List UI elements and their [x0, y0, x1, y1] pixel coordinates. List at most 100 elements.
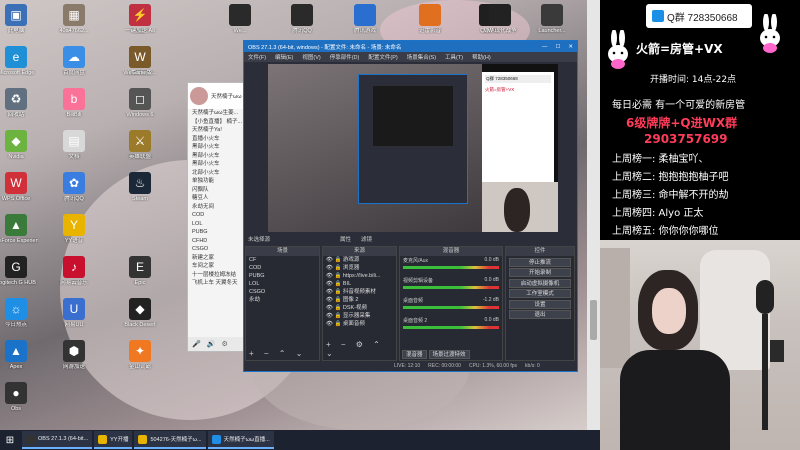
desktop-icon[interactable]: ♪ 网易云音乐: [52, 256, 96, 286]
desktop-icon[interactable]: ▲ GeForce Experience: [0, 214, 38, 244]
list-item[interactable]: 单独功能: [188, 177, 248, 186]
list-item[interactable]: 糖豆人: [188, 194, 248, 203]
list-item[interactable]: 黑部小火车: [188, 160, 248, 169]
taskbar-button[interactable]: YY开播: [94, 431, 133, 449]
desktop-icon[interactable]: ⚡ 一键加速 Alt: [118, 4, 162, 34]
taskbar-button[interactable]: 504276-天然楠子ω...: [134, 431, 206, 449]
desktop-icon[interactable]: We...: [218, 4, 262, 34]
filters-button[interactable]: 滤镜: [361, 235, 372, 244]
desktop-icon[interactable]: ☼ 今日热点: [0, 298, 38, 328]
source-item[interactable]: 👁 🔒 游戏源: [323, 256, 396, 264]
source-item[interactable]: 👁 🔒 DSK-视频: [323, 304, 396, 312]
scene-item[interactable]: COD: [246, 264, 319, 272]
obs-preview[interactable]: Q群 728350668 火箭=房管+VX: [268, 64, 558, 232]
source-item[interactable]: 👁 🔒 抖音视频素材: [323, 288, 396, 296]
control-button[interactable]: 启动虚拟摄像机: [509, 278, 571, 288]
control-button[interactable]: 工作室模式: [509, 289, 571, 298]
desktop-icon[interactable]: ◆ Nvidia: [0, 130, 38, 160]
desktop-icon[interactable]: W WeGame版...: [118, 46, 162, 76]
desktop-icon[interactable]: e Microsoft Edge: [0, 46, 38, 76]
source-item[interactable]: 👁 🔒 图像 2: [323, 296, 396, 304]
menu-item[interactable]: 视图(V): [302, 53, 320, 61]
list-item[interactable]: 北部小火车: [188, 169, 248, 178]
list-item[interactable]: 天然楠子ωω生姜...: [188, 109, 248, 118]
desktop-icon[interactable]: ♻ 回收站: [0, 88, 38, 118]
menu-item[interactable]: 停靠部件(D): [330, 53, 360, 61]
obs-window[interactable]: OBS 27.1.3 (64-bit, windows) - 配置文件: 未命名…: [243, 40, 578, 372]
menu-item[interactable]: 工具(T): [445, 53, 463, 61]
control-button[interactable]: 开始录制: [509, 268, 571, 277]
scene-item[interactable]: CF: [246, 256, 319, 264]
desktop-icon[interactable]: ● Obs: [0, 382, 38, 412]
source-buttons[interactable]: + − ⚙ ⌃ ⌄: [326, 340, 396, 358]
scene-item[interactable]: CSGO: [246, 288, 319, 296]
scene-buttons[interactable]: + − ⌃ ⌄: [249, 349, 306, 358]
source-item[interactable]: 👁 🔒 桌面音频: [323, 320, 396, 328]
scene-item[interactable]: PUBG: [246, 272, 319, 280]
list-item[interactable]: COD: [188, 211, 248, 220]
menu-item[interactable]: 文件(F): [248, 53, 266, 61]
minimize-icon[interactable]: —: [542, 44, 548, 50]
list-item[interactable]: 天然楠子Ya!: [188, 126, 248, 135]
desktop-icon[interactable]: ▣ 此电脑: [0, 4, 38, 34]
tab-transitions[interactable]: 场景过渡特效: [428, 350, 470, 359]
list-item[interactable]: CSGO: [188, 245, 248, 254]
list-item[interactable]: 【小鱼直播】 楠子...: [188, 118, 248, 127]
desktop-icon[interactable]: ▲ Apex: [0, 340, 38, 370]
desktop-icon[interactable]: W WPS Office: [0, 172, 38, 202]
control-button[interactable]: 停止推流: [509, 257, 571, 267]
mic-icon[interactable]: 🎤: [192, 340, 201, 348]
desktop-icon[interactable]: MW 现代战争: [478, 4, 522, 34]
list-item[interactable]: LOL: [188, 220, 248, 229]
obs-titlebar[interactable]: OBS 27.1.3 (64-bit, windows) - 配置文件: 未命名…: [244, 41, 577, 52]
desktop-icon[interactable]: ♨ Steam: [118, 172, 162, 202]
list-item[interactable]: 直播小火车: [188, 135, 248, 144]
list-item[interactable]: 黑部小火车: [188, 143, 248, 152]
desktop-icon[interactable]: G Logitech G HUB: [0, 256, 38, 286]
menu-item[interactable]: 编辑(E): [275, 53, 293, 61]
list-item[interactable]: 新建之家: [188, 254, 248, 263]
maximize-icon[interactable]: ☐: [555, 44, 560, 50]
windows-start-icon[interactable]: ⊞: [0, 430, 20, 450]
taskbar-button[interactable]: OBS 27.1.3 (64-bit...: [22, 431, 93, 449]
tab-mixer[interactable]: 混音器: [402, 350, 427, 359]
desktop-icon[interactable]: ▤ 文档: [52, 130, 96, 160]
desktop-icon[interactable]: 迅雷影音: [408, 4, 452, 34]
list-item[interactable]: CFHD: [188, 237, 248, 246]
yy-chat-window[interactable]: 天然楠子ωω 天然楠子ωω生姜... 【小鱼直播】 楠子... 天然楠子Ya! 直播小…: [187, 82, 249, 352]
desktop-icon[interactable]: ☁ 百度网盘: [52, 46, 96, 76]
source-item[interactable]: 👁 🔒 https://live.bili...: [323, 272, 396, 280]
desktop-icon[interactable]: ⚔ 英雄联盟: [118, 130, 162, 160]
desktop-icon[interactable]: ▦ 40a47662...: [52, 4, 96, 34]
source-item[interactable]: 👁 🔒 显示器采集: [323, 312, 396, 320]
scene-item[interactable]: 永劫: [246, 296, 319, 304]
desktop-icon[interactable]: Launcher...: [530, 4, 574, 34]
source-item[interactable]: 👁 🔒 BIL: [323, 280, 396, 288]
list-item[interactable]: 十一层楼拉姆冻结: [188, 271, 248, 280]
control-button[interactable]: 设置: [509, 299, 571, 309]
list-item[interactable]: 黑部小火车: [188, 152, 248, 161]
desktop-icon[interactable]: ✿ 腾讯QQ: [52, 172, 96, 202]
taskbar-button[interactable]: 天然楠子ωω直播...: [207, 431, 274, 449]
scene-item[interactable]: LOL: [246, 280, 319, 288]
source-item[interactable]: 👁 🔒 浏览器: [323, 264, 396, 272]
settings-icon[interactable]: ⚙: [221, 340, 227, 348]
desktop-icon[interactable]: E Epic: [118, 256, 162, 286]
menu-item[interactable]: 帮助(H): [472, 53, 491, 61]
desktop-icon[interactable]: ⬢ 网游加速: [52, 340, 96, 370]
properties-button[interactable]: 属性: [340, 235, 351, 244]
desktop-icon[interactable]: ◻ Windows 6: [118, 88, 162, 118]
desktop-icon[interactable]: U 网易UU: [52, 298, 96, 328]
scrollbar-thumb[interactable]: [590, 300, 597, 340]
list-item[interactable]: PUBG: [188, 228, 248, 237]
control-button[interactable]: 退出: [509, 310, 571, 319]
avatar[interactable]: [190, 87, 208, 105]
list-item[interactable]: 车间之家: [188, 262, 248, 271]
desktop-icon[interactable]: ✦ 金山词霸: [118, 340, 162, 370]
desktop-icon[interactable]: Y YY语音: [52, 214, 96, 244]
list-item[interactable]: 永劫无间: [188, 203, 248, 212]
desktop-icon[interactable]: 腾讯QQ: [280, 4, 324, 34]
menu-item[interactable]: 配置文件(P): [368, 53, 397, 61]
speaker-icon[interactable]: 🔊: [207, 340, 216, 348]
side-scrollbar[interactable]: [587, 0, 600, 430]
